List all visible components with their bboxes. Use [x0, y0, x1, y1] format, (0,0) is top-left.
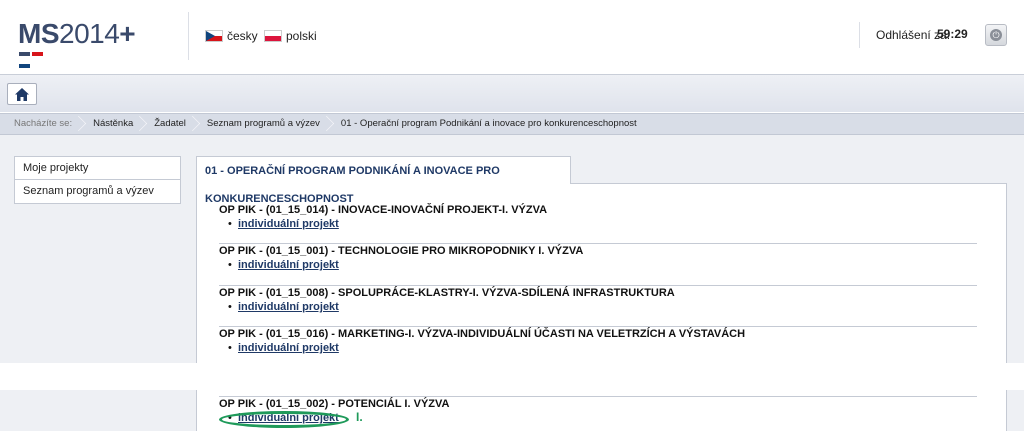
program-divider	[219, 326, 977, 327]
breadcrumb: Nacházíte se: Nástěnka Žadatel Seznam pr…	[0, 113, 1024, 135]
app-header: MS2014+ česky polski Odhlášení za: 59:29…	[0, 0, 1024, 74]
program-link[interactable]: individuální projekt	[238, 218, 339, 230]
breadcrumb-item-zadatel[interactable]: Žadatel	[143, 114, 196, 134]
annotation-label: I.	[356, 410, 363, 424]
cz-flag-icon	[205, 30, 223, 42]
header-divider	[188, 12, 189, 60]
program-link[interactable]: individuální projekt	[238, 259, 339, 271]
breadcrumb-item-seznam[interactable]: Seznam programů a výzev	[196, 114, 330, 134]
program-tab-title: 01 - OPERAČNÍ PROGRAM PODNIKÁNÍ A INOVAC…	[196, 156, 571, 205]
screenshot-gap	[0, 363, 1024, 390]
program-link[interactable]: individuální projekt	[238, 342, 339, 354]
program-link[interactable]: individuální projekt	[238, 301, 339, 313]
language-pl-link[interactable]: polski	[264, 29, 317, 43]
program-title: OP PIK - (01_15_016) - MARKETING-I. VÝZV…	[219, 328, 746, 340]
breadcrumb-item-nastenka[interactable]: Nástěnka	[82, 114, 143, 134]
side-menu-item-seznam-programu[interactable]: Seznam programů a výzev	[15, 180, 180, 203]
highlight-ellipse	[219, 411, 349, 428]
language-cs-link[interactable]: česky	[205, 29, 258, 43]
logout-button[interactable]: ⏻	[985, 24, 1007, 46]
ms2014-logo: MS2014+	[18, 18, 136, 49]
program-item: OP PIK - (01_15_016) - MARKETING-I. VÝZV…	[219, 328, 977, 354]
home-icon	[15, 87, 29, 101]
logout-timer-value: 59:29	[937, 27, 968, 41]
program-divider	[219, 285, 977, 286]
program-title: OP PIK - (01_15_001) - TECHNOLOGIE PRO M…	[219, 245, 584, 257]
pl-flag-icon	[264, 30, 282, 42]
program-title: OP PIK - (01_15_002) - POTENCIÁL I. VÝZV…	[219, 398, 450, 410]
header-divider-right	[859, 22, 860, 48]
program-title: OP PIK - (01_15_008) - SPOLUPRÁCE-KLASTR…	[219, 287, 675, 299]
power-icon: ⏻	[990, 29, 1002, 41]
program-item: OP PIK - (01_15_001) - TECHNOLOGIE PRO M…	[219, 245, 977, 271]
logo-flag-stripe	[19, 47, 57, 68]
home-button[interactable]	[7, 83, 37, 105]
program-divider	[219, 243, 977, 244]
side-menu: Moje projekty Seznam programů a výzev	[14, 156, 181, 204]
breadcrumb-prefix: Nacházíte se:	[0, 114, 82, 134]
program-item: OP PIK - (01_15_008) - SPOLUPRÁCE-KLASTR…	[219, 287, 977, 313]
breadcrumb-item-current: 01 - Operační program Podnikání a inovac…	[340, 118, 637, 129]
side-menu-item-moje-projekty[interactable]: Moje projekty	[15, 157, 180, 180]
toolbar	[0, 74, 1024, 112]
program-divider	[219, 396, 977, 397]
